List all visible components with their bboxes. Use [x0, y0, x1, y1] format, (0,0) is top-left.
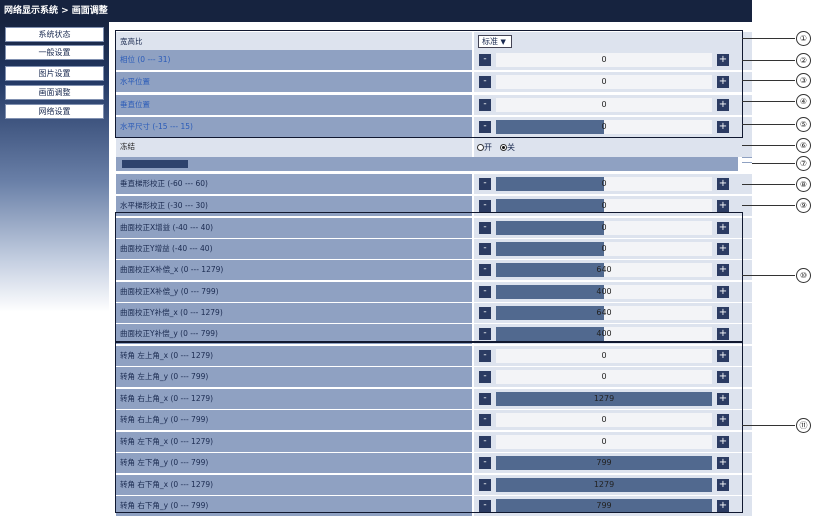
value-fill-bar [496, 177, 604, 191]
freeze-on-label: 开 [484, 143, 492, 152]
sidebar-item-picture-settings[interactable]: 图片设置 [5, 66, 104, 81]
value-text: 0 [601, 201, 607, 210]
callout-number: ④ [796, 94, 811, 109]
sidebar-item-network-settings[interactable]: 网络设置 [5, 104, 104, 119]
increment-button[interactable]: + [717, 178, 729, 190]
callout-line [742, 184, 795, 185]
callout-line [742, 38, 795, 39]
increment-button[interactable]: + [717, 200, 729, 212]
group-border-keystone [115, 212, 743, 342]
setting-control: - 0 + [474, 174, 752, 194]
scroll-stub [742, 157, 752, 158]
setting-row: 垂直梯形校正 (-60 --- 60) - 0 + [116, 174, 752, 194]
section-divider-bar [116, 157, 738, 171]
callout-number: ⑤ [796, 117, 811, 132]
callout-number: ① [796, 31, 811, 46]
callout-number: ② [796, 53, 811, 68]
freeze-off-option: 关 [500, 142, 515, 153]
value-display: 0 [496, 177, 712, 191]
sidebar-item-screen-adjust[interactable]: 画面调整 [5, 85, 104, 100]
freeze-on-option: 开 [477, 142, 492, 153]
setting-label: 垂直梯形校正 (-60 --- 60) [116, 174, 472, 194]
callout-line [742, 60, 795, 61]
freeze-on-radio[interactable] [477, 144, 484, 151]
decrement-button[interactable]: - [479, 200, 491, 212]
freeze-off-radio[interactable] [500, 144, 507, 151]
callout-number: ⑪ [796, 418, 811, 433]
sidebar-item-general-settings[interactable]: 一般设置 [5, 45, 104, 60]
callout-line [742, 275, 795, 276]
freeze-row: 冻结 开 关 [116, 137, 752, 157]
callout-number: ⑩ [796, 268, 811, 283]
callout-line [742, 101, 795, 102]
freeze-label: 冻结 [116, 137, 472, 157]
decrement-button[interactable]: - [479, 178, 491, 190]
freeze-control: 开 关 [474, 137, 752, 157]
callout-number: ⑦ [796, 156, 811, 171]
callout-line [752, 163, 795, 164]
section-chip [122, 160, 188, 168]
callout-line [742, 425, 795, 426]
value-text: 0 [601, 179, 607, 188]
callout-number: ③ [796, 73, 811, 88]
scroll-stub [742, 162, 752, 163]
callout-number: ⑨ [796, 198, 811, 213]
callout-number: ⑧ [796, 177, 811, 192]
callout-line [742, 145, 795, 146]
callout-number: ⑥ [796, 138, 811, 153]
group-border-corners [115, 342, 743, 513]
title-bar-gap [752, 0, 819, 22]
callout-line [742, 124, 795, 125]
sidebar-item-system-status[interactable]: 系统状态 [5, 27, 104, 42]
value-display: 0 [496, 199, 712, 213]
callout-line [742, 205, 795, 206]
page-title: 网络显示系统 > 画面调整 [0, 0, 752, 22]
callout-line [742, 80, 795, 81]
sidebar: 系统状态 一般设置 图片设置 画面调整 网络设置 [0, 22, 109, 312]
value-fill-bar [496, 199, 604, 213]
group-border-top [115, 30, 743, 138]
freeze-off-label: 关 [507, 143, 515, 152]
